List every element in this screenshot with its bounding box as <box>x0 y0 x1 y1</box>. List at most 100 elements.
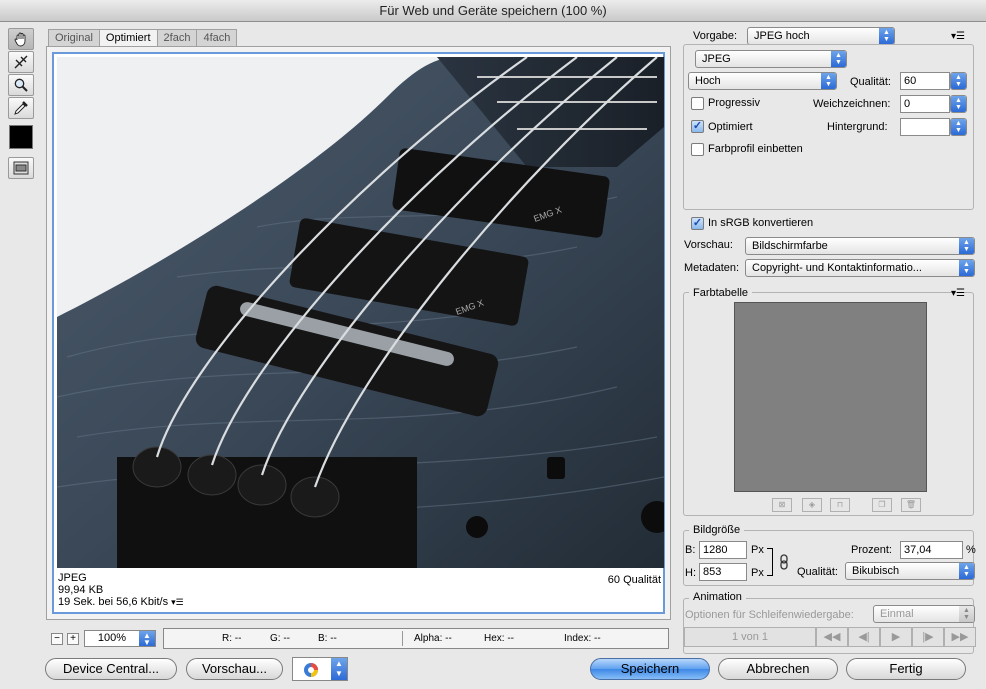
preset-label: Vorgabe: <box>693 30 738 42</box>
zoom-out-button[interactable]: − <box>51 633 63 645</box>
loop-options-arrow-icon: ▲ ▼ <box>959 606 974 622</box>
next-frame-button[interactable]: |▶ <box>912 627 944 647</box>
metadata-select[interactable]: Copyright- und Kontaktinformatio... ▲ ▼ <box>745 259 975 277</box>
next-frame-icon: |▶ <box>922 631 934 643</box>
web-shift-button[interactable]: ◈ <box>802 498 822 512</box>
toggle-slices-button[interactable] <box>8 157 34 179</box>
loop-options-select[interactable]: Einmal ▲ ▼ <box>873 605 975 623</box>
tab-original[interactable]: Original <box>48 29 100 46</box>
hand-tool-button[interactable] <box>8 28 34 50</box>
readout-b: B: -- <box>318 633 337 644</box>
eyedropper-tool-icon <box>14 101 28 115</box>
format-select[interactable]: JPEG ▲ ▼ <box>695 50 847 68</box>
lock-icon: ⊓ <box>836 500 844 509</box>
device-central-button[interactable]: Device Central... <box>45 658 177 680</box>
tab-optimized[interactable]: Optimiert <box>98 29 158 46</box>
matte-field[interactable] <box>900 118 950 136</box>
preset-select[interactable]: JPEG hoch ▲ ▼ <box>747 27 895 45</box>
optimized-preview-frame[interactable]: EMG X EMG X JPEG 99,94 KB 19 Sek. bei 56… <box>52 52 665 614</box>
preset-value: JPEG hoch <box>754 30 810 42</box>
matte-arrow-icon: ▲ ▼ <box>951 119 966 135</box>
preview-in-browser-button[interactable]: Vorschau... <box>186 658 283 680</box>
hand-tool-icon <box>14 32 26 47</box>
first-frame-button[interactable]: ◀◀ <box>816 627 848 647</box>
zoom-value: 100% <box>97 632 127 644</box>
lock-color-button[interactable]: ⊓ <box>830 498 850 512</box>
bass-guitar-photo: EMG X EMG X <box>57 57 664 568</box>
eyedropper-color-swatch[interactable] <box>9 125 33 149</box>
preview-mode-select[interactable]: Bildschirmfarbe ▲ ▼ <box>745 237 975 255</box>
quality-preset-arrow-icon: ▲ ▼ <box>821 73 836 89</box>
tab-4up[interactable]: 4fach <box>196 29 238 46</box>
percent-field[interactable]: 37,04 <box>900 541 963 559</box>
height-unit: Px <box>751 567 764 579</box>
optimized-checkbox[interactable]: ✓ <box>691 120 704 133</box>
download-time-menu-icon[interactable]: ▾☰ <box>171 597 184 607</box>
tool-palette <box>6 28 36 180</box>
readout-index: Index: -- <box>564 633 601 644</box>
readout-r: R: -- <box>222 633 242 644</box>
frame-counter: 1 von 1 <box>684 627 816 647</box>
preview-image: EMG X EMG X <box>57 57 664 568</box>
slice-select-tool-button[interactable] <box>8 51 34 73</box>
zoom-stepper-icon: ▲ ▼ <box>139 631 155 647</box>
previous-frame-button[interactable]: ◀| <box>848 627 880 647</box>
resample-quality-value: Bikubisch <box>852 565 900 577</box>
optimized-label: Optimiert <box>708 121 753 133</box>
map-transparent-icon: ⊠ <box>778 500 786 509</box>
chain-link-icon[interactable] <box>779 554 789 570</box>
last-frame-button[interactable]: ▶▶ <box>944 627 976 647</box>
settings-panel: Vorgabe: JPEG hoch ▲ ▼ ▾☰ JPEG ▲ ▼ Hoch ▲ ▼… <box>679 0 986 689</box>
blur-slider-button[interactable]: ▲ ▼ <box>950 95 967 113</box>
embed-profile-checkbox[interactable] <box>691 143 704 156</box>
eyedropper-tool-button[interactable] <box>8 97 34 119</box>
width-field[interactable]: 1280 <box>699 541 747 559</box>
matte-select-button[interactable]: ▲ ▼ <box>950 118 967 136</box>
slice-visibility-icon <box>13 161 29 175</box>
zoom-in-button[interactable]: + <box>67 633 79 645</box>
map-transparent-button[interactable]: ⊠ <box>772 498 792 512</box>
blur-label: Weichzeichnen: <box>813 98 891 110</box>
tab-2up[interactable]: 2fach <box>156 29 198 46</box>
height-label: H: <box>685 567 696 579</box>
percent-unit: % <box>966 544 976 556</box>
resample-quality-select[interactable]: Bikubisch ▲ ▼ <box>845 562 975 580</box>
zoom-select[interactable]: 100% ▲ ▼ <box>84 630 156 647</box>
height-field[interactable]: 853 <box>699 563 747 581</box>
color-table-menu-icon[interactable]: ▾☰ <box>951 288 965 299</box>
quality-preset-value: Hoch <box>695 75 721 87</box>
quality-preset-select[interactable]: Hoch ▲ ▼ <box>688 72 837 90</box>
preview-info: JPEG 99,94 KB 19 Sek. bei 56,6 Kbit/s ▾☰… <box>58 572 661 612</box>
trash-icon: 🗑 <box>905 500 917 509</box>
format-value: JPEG <box>702 53 731 65</box>
metadata-label: Metadaten: <box>684 262 740 274</box>
readout-hex: Hex: -- <box>484 633 514 644</box>
loop-options-label: Optionen für Schleifenwiedergabe: <box>685 609 854 621</box>
browser-select[interactable]: ▲ ▼ <box>292 657 348 681</box>
metadata-arrow-icon: ▲ ▼ <box>959 260 974 276</box>
readout-divider <box>402 631 403 646</box>
percent-label: Prozent: <box>851 544 892 556</box>
matte-label: Hintergrund: <box>827 121 888 133</box>
quality-slider-button[interactable]: ▲ ▼ <box>950 72 967 90</box>
quality-field[interactable]: 60 <box>900 72 950 90</box>
animation-title: Animation <box>689 591 746 603</box>
play-button[interactable]: ▶ <box>880 627 912 647</box>
delete-color-button[interactable]: 🗑 <box>901 498 921 512</box>
zoom-tool-button[interactable] <box>8 74 34 96</box>
blur-slider-arrow-icon: ▲ ▼ <box>951 96 966 112</box>
new-color-button[interactable]: ❐ <box>872 498 892 512</box>
zoom-tool-icon <box>14 78 28 92</box>
progressive-checkbox[interactable] <box>691 97 704 110</box>
color-table-swatches[interactable] <box>734 302 927 492</box>
previous-frame-icon: ◀| <box>858 631 870 643</box>
first-frame-icon: ◀◀ <box>823 631 841 643</box>
loop-options-value: Einmal <box>880 608 914 620</box>
status-bar: − + 100% ▲ ▼ R: -- G: -- B: -- Alpha: -- … <box>46 626 671 649</box>
readout-alpha: Alpha: -- <box>414 633 452 644</box>
preset-menu-icon[interactable]: ▾☰ <box>951 31 965 42</box>
width-label: B: <box>685 544 696 556</box>
convert-srgb-checkbox[interactable]: ✓ <box>691 217 704 230</box>
preview-format: JPEG <box>58 572 87 584</box>
blur-field[interactable]: 0 <box>900 95 950 113</box>
